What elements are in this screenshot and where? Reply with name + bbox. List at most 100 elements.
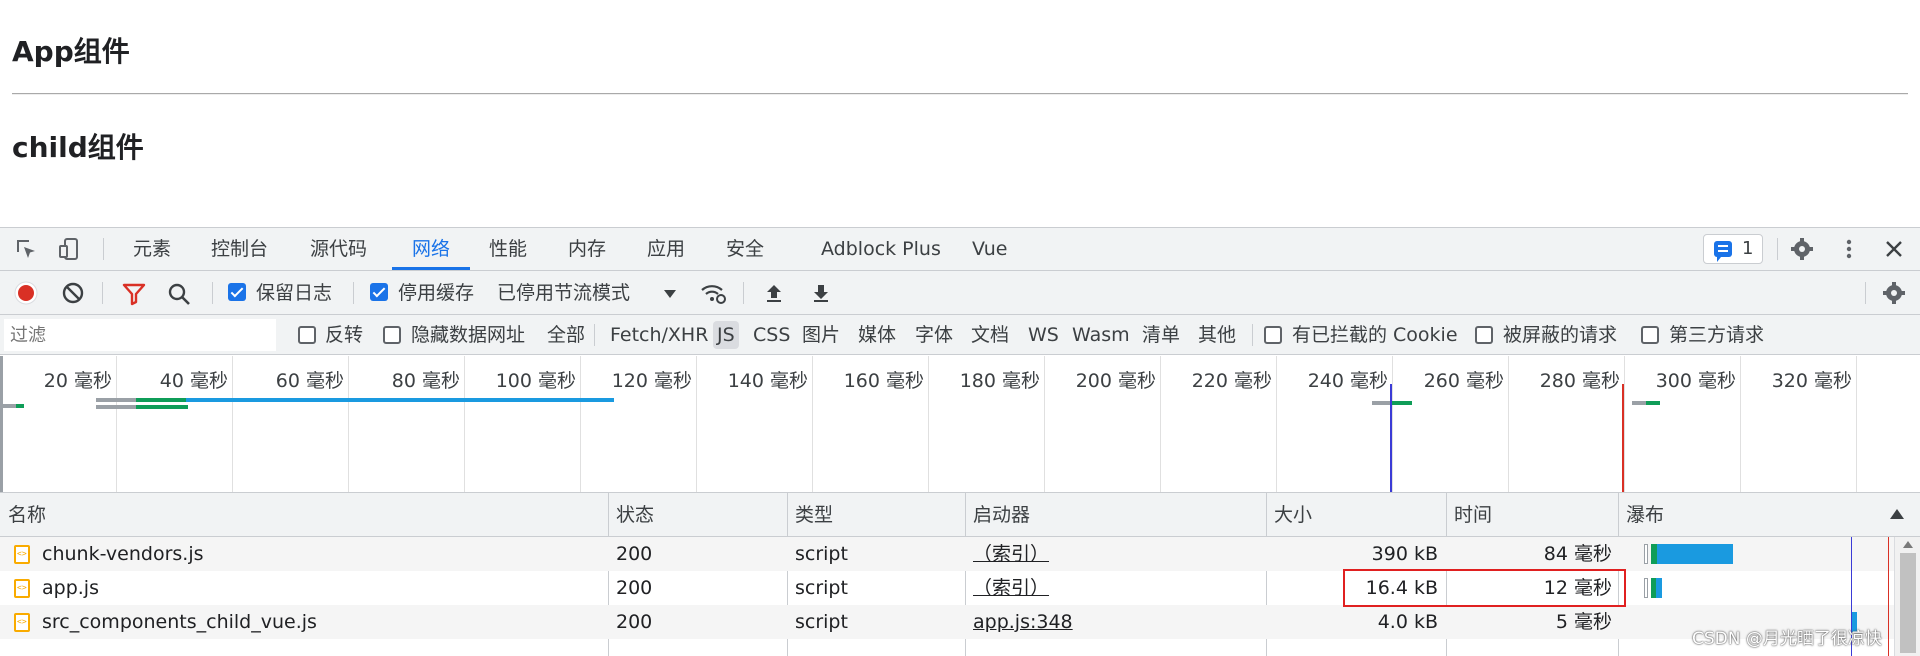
script-file-icon [14, 613, 30, 632]
search-icon[interactable] [167, 282, 191, 306]
filter-type-other[interactable]: 其他 [1194, 321, 1240, 349]
hide-data-urls-checkbox[interactable] [383, 326, 401, 344]
filter-type-font[interactable]: 字体 [911, 321, 957, 349]
sort-ascending-icon[interactable] [1890, 509, 1904, 519]
blocked-cookies-checkbox[interactable] [1264, 326, 1282, 344]
request-name[interactable]: src_components_child_vue.js [42, 605, 317, 639]
column-name[interactable]: 名称 [0, 493, 46, 537]
filter-type-manifest[interactable]: 清单 [1138, 321, 1184, 349]
blocked-requests-checkbox[interactable] [1475, 326, 1493, 344]
overview-tick-label: 20 毫秒 [43, 370, 112, 392]
gear-icon[interactable] [1790, 237, 1814, 261]
tab-vue[interactable]: Vue [972, 228, 1007, 270]
request-initiator-link[interactable]: （索引） [973, 537, 1049, 571]
tab-memory[interactable]: 内存 [568, 228, 606, 270]
request-name[interactable]: chunk-vendors.js [42, 537, 204, 571]
issues-button[interactable]: 1 [1703, 234, 1763, 264]
filter-type-wasm[interactable]: Wasm [1068, 321, 1134, 349]
request-size: 4.0 kB [1377, 611, 1438, 633]
inspect-element-icon[interactable] [14, 237, 38, 261]
tab-console[interactable]: 控制台 [211, 228, 268, 270]
filter-type-all[interactable]: 全部 [543, 321, 589, 349]
network-conditions-icon[interactable] [700, 281, 726, 305]
overview-tick-label: 140 毫秒 [727, 370, 808, 392]
request-initiator-link[interactable]: app.js:348 [973, 605, 1073, 639]
filter-type-ws[interactable]: WS [1024, 321, 1063, 349]
overview-left-handle[interactable] [0, 356, 3, 492]
request-time: 84 毫秒 [1543, 543, 1612, 565]
download-icon[interactable] [809, 281, 833, 305]
column-type[interactable]: 类型 [787, 493, 833, 537]
device-toolbar-icon[interactable] [58, 237, 82, 261]
overview-gridline [1392, 356, 1393, 492]
overview-gridline [464, 356, 465, 492]
network-settings-gear-icon[interactable] [1882, 281, 1906, 305]
filter-type-fetch-xhr[interactable]: Fetch/XHR [606, 321, 712, 349]
overview-gridline [1160, 356, 1161, 492]
blocked-cookies-label: 有已拦截的 Cookie [1292, 324, 1458, 346]
filter-input[interactable] [4, 319, 276, 351]
filter-type-js[interactable]: JS [713, 321, 739, 349]
annotation-highlight-box [1343, 569, 1626, 607]
tab-sources[interactable]: 源代码 [310, 228, 367, 270]
scrollbar-thumb[interactable] [1900, 553, 1916, 653]
column-size[interactable]: 大小 [1266, 493, 1312, 537]
request-status: 200 [616, 611, 653, 633]
tab-adblock-plus[interactable]: Adblock Plus [821, 228, 941, 270]
overview-gridline [812, 356, 813, 492]
filter-separator [1252, 324, 1253, 346]
network-overview[interactable]: 20 毫秒 40 毫秒 60 毫秒 80 毫秒 100 毫秒 120 毫秒 140 毫秒 16… [0, 356, 1920, 493]
upload-icon[interactable] [762, 281, 786, 305]
chevron-down-icon[interactable] [664, 290, 676, 298]
clear-icon[interactable] [61, 281, 85, 305]
request-status: 200 [616, 543, 653, 565]
overview-tick-label: 300 毫秒 [1655, 370, 1736, 392]
toolbar-separator [743, 282, 744, 304]
page-content: App组件 child组件 [0, 0, 1920, 227]
column-time[interactable]: 时间 [1446, 493, 1492, 537]
third-party-checkbox[interactable] [1641, 326, 1659, 344]
request-table: 名称 状态 类型 启动器 大小 时间 瀑布 chunk-vendors.js 2… [0, 493, 1920, 656]
request-initiator-link[interactable]: （索引） [973, 571, 1049, 605]
waterfall-bar-download [1656, 578, 1662, 598]
dom-content-loaded-marker [1390, 384, 1392, 492]
overview-tick-label: 100 毫秒 [495, 370, 576, 392]
blocked-requests-label: 被屏蔽的请求 [1503, 324, 1618, 346]
table-row[interactable]: chunk-vendors.js 200 script （索引） 390 kB … [0, 537, 1894, 571]
preserve-log-checkbox[interactable] [228, 283, 246, 301]
disable-cache-checkbox[interactable] [370, 283, 388, 301]
overview-gridline [348, 356, 349, 492]
column-status[interactable]: 状态 [608, 493, 654, 537]
close-icon[interactable] [1882, 237, 1906, 261]
column-initiator[interactable]: 启动器 [965, 493, 1030, 537]
filter-type-doc[interactable]: 文档 [967, 321, 1013, 349]
request-type: script [795, 543, 848, 565]
tab-elements[interactable]: 元素 [133, 228, 171, 270]
overview-gridline [696, 356, 697, 492]
waterfall-load-marker [1888, 537, 1889, 656]
request-name[interactable]: app.js [42, 571, 99, 605]
overview-gridline [1508, 356, 1509, 492]
table-row[interactable]: src_components_child_vue.js 200 script a… [0, 605, 1894, 639]
filter-type-media[interactable]: 媒体 [854, 321, 900, 349]
record-icon[interactable] [14, 281, 38, 305]
tab-application[interactable]: 应用 [647, 228, 685, 270]
table-scrollbar[interactable] [1894, 537, 1920, 656]
filter-type-css[interactable]: CSS [749, 321, 794, 349]
tab-network[interactable]: 网络 [392, 228, 470, 270]
invert-checkbox[interactable] [298, 326, 316, 344]
scroll-up-icon[interactable] [1903, 541, 1913, 548]
tab-security[interactable]: 安全 [726, 228, 764, 270]
throttling-select[interactable]: 已停用节流模式 [497, 271, 630, 315]
toolbar-separator [212, 282, 213, 304]
more-options-icon[interactable] [1837, 237, 1861, 261]
tabbar-separator [103, 238, 104, 260]
tab-performance[interactable]: 性能 [489, 228, 527, 270]
column-waterfall[interactable]: 瀑布 [1618, 493, 1664, 537]
overview-tick-label: 180 毫秒 [959, 370, 1040, 392]
filter-type-img[interactable]: 图片 [798, 321, 844, 349]
watermark: CSDN @月光晒了很凉快 [1692, 629, 1882, 649]
overview-gridline [580, 356, 581, 492]
filter-separator [594, 324, 595, 346]
filter-icon[interactable] [122, 282, 146, 306]
